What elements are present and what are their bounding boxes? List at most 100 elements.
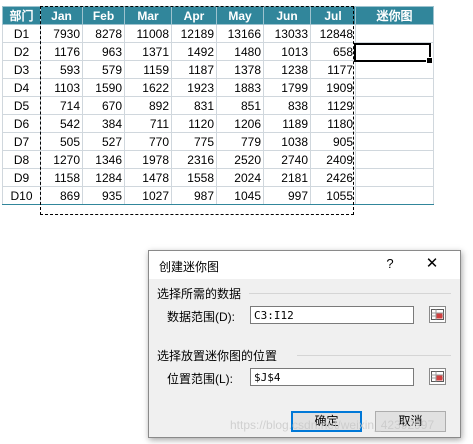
value-cell[interactable]: 2316 [171, 150, 217, 169]
value-cell[interactable]: 851 [216, 96, 264, 115]
value-cell[interactable]: 869 [40, 186, 83, 205]
cancel-button[interactable]: 取消 [375, 411, 446, 432]
value-cell[interactable]: 12189 [171, 24, 217, 43]
value-cell[interactable]: 770 [124, 132, 172, 151]
sparkline-cell[interactable] [355, 150, 434, 169]
value-cell[interactable]: 2024 [216, 168, 264, 187]
value-cell[interactable]: 714 [40, 96, 83, 115]
value-cell[interactable]: 1027 [124, 186, 172, 205]
value-cell[interactable]: 1270 [40, 150, 83, 169]
dept-cell[interactable]: D8 [2, 150, 41, 169]
sparkline-cell[interactable] [355, 78, 434, 97]
value-cell[interactable]: 1590 [82, 78, 125, 97]
dept-cell[interactable]: D7 [2, 132, 41, 151]
value-cell[interactable]: 831 [171, 96, 217, 115]
value-cell[interactable]: 1883 [216, 78, 264, 97]
value-cell[interactable]: 527 [82, 132, 125, 151]
value-cell[interactable]: 1558 [171, 168, 217, 187]
sparkline-cell[interactable] [355, 60, 434, 79]
value-cell[interactable]: 963 [82, 42, 125, 61]
value-cell[interactable]: 1189 [263, 114, 311, 133]
value-cell[interactable]: 1045 [216, 186, 264, 205]
value-cell[interactable]: 1177 [310, 60, 356, 79]
value-cell[interactable]: 13166 [216, 24, 264, 43]
value-cell[interactable]: 1206 [216, 114, 264, 133]
value-cell[interactable]: 1187 [171, 60, 217, 79]
data-range-collapse-button[interactable] [429, 306, 446, 323]
dept-cell[interactable]: D3 [2, 60, 41, 79]
value-cell[interactable]: 775 [171, 132, 217, 151]
dept-cell[interactable]: D6 [2, 114, 41, 133]
value-cell[interactable]: 12848 [310, 24, 356, 43]
value-cell[interactable]: 2181 [263, 168, 311, 187]
dept-cell[interactable]: D9 [2, 168, 41, 187]
create-sparklines-dialog: 创建迷你图 ? ✕ 选择所需的数据 数据范围(D): C3:I12 选择放置迷你… [148, 250, 461, 438]
value-cell[interactable]: 892 [124, 96, 172, 115]
value-cell[interactable]: 670 [82, 96, 125, 115]
value-cell[interactable]: 1480 [216, 42, 264, 61]
value-cell[interactable]: 1180 [310, 114, 356, 133]
value-cell[interactable]: 1378 [216, 60, 264, 79]
dialog-titlebar[interactable]: 创建迷你图 ? ✕ [149, 251, 460, 279]
value-cell[interactable]: 1799 [263, 78, 311, 97]
value-cell[interactable]: 579 [82, 60, 125, 79]
value-cell[interactable]: 8278 [82, 24, 125, 43]
value-cell[interactable]: 1284 [82, 168, 125, 187]
value-cell[interactable]: 1622 [124, 78, 172, 97]
value-cell[interactable]: 905 [310, 132, 356, 151]
value-cell[interactable]: 7930 [40, 24, 83, 43]
dept-cell[interactable]: D4 [2, 78, 41, 97]
value-cell[interactable]: 1176 [40, 42, 83, 61]
ok-button[interactable]: 确定 [291, 411, 362, 432]
value-cell[interactable]: 384 [82, 114, 125, 133]
value-cell[interactable]: 997 [263, 186, 311, 205]
value-cell[interactable]: 1055 [310, 186, 356, 205]
help-button[interactable]: ? [380, 256, 400, 271]
value-cell[interactable]: 658 [310, 42, 356, 61]
location-range-collapse-button[interactable] [429, 368, 446, 385]
value-cell[interactable]: 711 [124, 114, 172, 133]
value-cell[interactable]: 838 [263, 96, 311, 115]
value-cell[interactable]: 2426 [310, 168, 356, 187]
value-cell[interactable]: 779 [216, 132, 264, 151]
value-cell[interactable]: 1346 [82, 150, 125, 169]
value-cell[interactable]: 1923 [171, 78, 217, 97]
value-cell[interactable]: 13033 [263, 24, 311, 43]
value-cell[interactable]: 1038 [263, 132, 311, 151]
value-cell[interactable]: 2520 [216, 150, 264, 169]
value-cell[interactable]: 1478 [124, 168, 172, 187]
sparkline-cell[interactable] [355, 132, 434, 151]
value-cell[interactable]: 935 [82, 186, 125, 205]
value-cell[interactable]: 542 [40, 114, 83, 133]
dept-cell[interactable]: D2 [2, 42, 41, 61]
sparkline-cell[interactable] [355, 186, 434, 205]
sparkline-cell[interactable] [355, 42, 434, 61]
data-range-input[interactable]: C3:I12 [250, 306, 414, 324]
value-cell[interactable]: 2740 [263, 150, 311, 169]
location-range-input[interactable]: $J$4 [250, 368, 414, 386]
sparkline-cell[interactable] [355, 24, 434, 43]
value-cell[interactable]: 1371 [124, 42, 172, 61]
value-cell[interactable]: 987 [171, 186, 217, 205]
value-cell[interactable]: 1013 [263, 42, 311, 61]
value-cell[interactable]: 1129 [310, 96, 356, 115]
value-cell[interactable]: 1103 [40, 78, 83, 97]
value-cell[interactable]: 1978 [124, 150, 172, 169]
close-button[interactable]: ✕ [422, 254, 442, 272]
value-cell[interactable]: 11008 [124, 24, 172, 43]
value-cell[interactable]: 1159 [124, 60, 172, 79]
sparkline-cell[interactable] [355, 96, 434, 115]
value-cell[interactable]: 2409 [310, 150, 356, 169]
sparkline-cell[interactable] [355, 168, 434, 187]
dept-cell[interactable]: D5 [2, 96, 41, 115]
value-cell[interactable]: 593 [40, 60, 83, 79]
value-cell[interactable]: 1909 [310, 78, 356, 97]
value-cell[interactable]: 1238 [263, 60, 311, 79]
value-cell[interactable]: 1492 [171, 42, 217, 61]
value-cell[interactable]: 1120 [171, 114, 217, 133]
dept-cell[interactable]: D10 [2, 186, 41, 205]
value-cell[interactable]: 505 [40, 132, 83, 151]
sparkline-cell[interactable] [355, 114, 434, 133]
dept-cell[interactable]: D1 [2, 24, 41, 43]
value-cell[interactable]: 1158 [40, 168, 83, 187]
